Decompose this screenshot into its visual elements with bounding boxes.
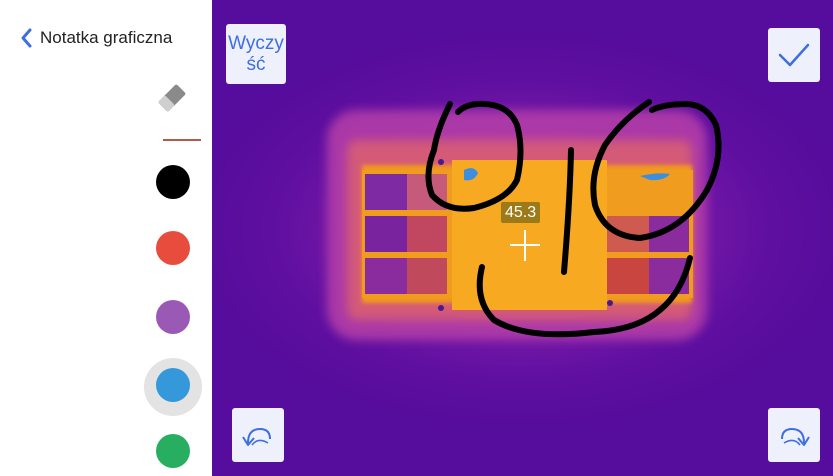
color-swatch-green[interactable] <box>156 434 190 468</box>
thermal-image <box>327 99 722 340</box>
color-divider <box>163 139 201 141</box>
chevron-left-icon <box>21 28 32 48</box>
undo-icon <box>242 427 271 446</box>
confirm-button[interactable] <box>768 28 820 82</box>
redo-button[interactable] <box>768 408 820 462</box>
clear-label-line2: ść <box>246 54 266 75</box>
redo-icon <box>781 427 810 446</box>
eraser-icon[interactable] <box>154 80 190 116</box>
temperature-readout: 45.3 <box>501 202 541 223</box>
color-swatch-red[interactable] <box>156 231 190 265</box>
color-swatch-black[interactable] <box>156 165 190 199</box>
thermal-drawing-canvas[interactable]: 45.3 Wyczy ść <box>212 0 833 476</box>
color-swatch-purple[interactable] <box>156 300 190 334</box>
page-title: Notatka graficzna <box>40 28 173 47</box>
sidebar: Notatka graficzna <box>0 0 212 476</box>
check-icon <box>778 43 810 67</box>
undo-button[interactable] <box>232 408 284 462</box>
back-button[interactable]: Notatka graficzna <box>18 27 172 49</box>
clear-button[interactable]: Wyczy ść <box>226 24 286 84</box>
clear-label-line1: Wyczy <box>228 33 284 54</box>
color-swatch-blue[interactable] <box>156 368 190 402</box>
